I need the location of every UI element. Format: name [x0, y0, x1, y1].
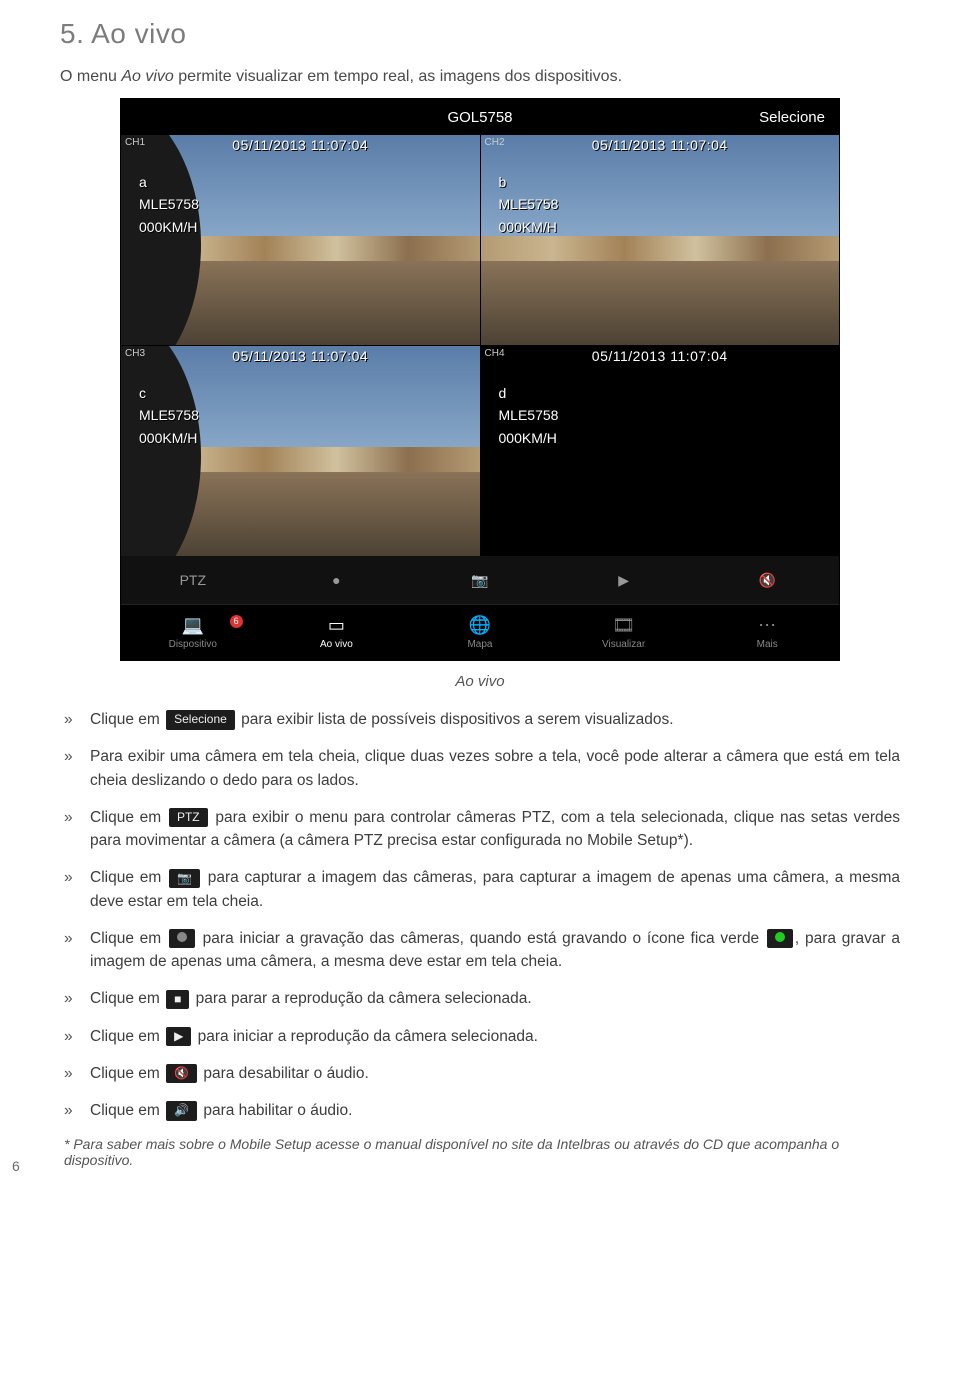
ptz-icon: PTZ — [169, 808, 208, 827]
cam-tag: c — [139, 382, 199, 404]
more-icon: ⋯ — [758, 615, 776, 636]
cam-device: MLE5758 — [499, 193, 559, 215]
cam-osd: b MLE5758 000KM/H — [499, 171, 559, 238]
toolbar-mute-button[interactable]: 🔇 — [695, 572, 839, 589]
cam-speed: 000KM/H — [499, 427, 559, 449]
intro-after: permite visualizar em tempo real, as ima… — [174, 68, 622, 85]
play-icon: ▶ — [166, 1027, 191, 1046]
cam-tag: d — [499, 382, 559, 404]
topbar-title: GOL5758 — [447, 109, 512, 126]
list-item: Clique em 🔇 para desabilitar o áudio. — [90, 1062, 900, 1085]
note-text: Clique em — [90, 990, 164, 1007]
cam-timestamp: 05/11/2013 11:07:04 — [121, 348, 480, 364]
tab-label: Mais — [757, 639, 778, 650]
toolbar-ptz-button[interactable]: PTZ — [121, 572, 265, 588]
tab-label: Visualizar — [602, 639, 645, 650]
list-item: Clique em 🔊 para habilitar o áudio. — [90, 1099, 900, 1122]
device-badge: 6 — [230, 615, 243, 628]
tab-label: Dispositivo — [169, 639, 217, 650]
sound-icon: 🔊 — [166, 1101, 197, 1120]
intro-text: O menu Ao vivo permite visualizar em tem… — [60, 68, 900, 86]
cam-device: MLE5758 — [139, 193, 199, 215]
app-topbar: GOL5758 Selecione — [121, 99, 839, 135]
section-title: 5. Ao vivo — [60, 18, 900, 50]
note-text: Clique em — [90, 869, 167, 886]
camera-cell[interactable]: CH1 05/11/2013 11:07:04 a MLE5758 000KM/… — [121, 135, 480, 345]
intro-before: O menu — [60, 68, 121, 85]
footnote: * Para saber mais sobre o Mobile Setup a… — [60, 1136, 900, 1168]
page-number: 6 — [12, 1158, 20, 1174]
tab-mapa[interactable]: 🌐 Mapa — [408, 615, 552, 650]
app-tabbar: 6 💻 Dispositivo ▭ Ao vivo 🌐 Mapa 🎞 Visua… — [121, 604, 839, 660]
camera-cell[interactable]: CH3 05/11/2013 11:07:04 c MLE5758 000KM/… — [121, 346, 480, 556]
camera-grid: CH1 05/11/2013 11:07:04 a MLE5758 000KM/… — [121, 135, 839, 556]
cam-osd: a MLE5758 000KM/H — [139, 171, 199, 238]
playback-icon: 🎞 — [612, 615, 635, 636]
intro-em: Ao vivo — [121, 68, 173, 85]
device-icon: 💻 — [182, 615, 204, 636]
note-text: Clique em — [90, 711, 164, 728]
screenshot-caption: Ao vivo — [60, 673, 900, 690]
note-text: Clique em — [90, 1102, 164, 1119]
cam-speed: 000KM/H — [139, 216, 199, 238]
camera-cell[interactable]: CH4 05/11/2013 11:07:04 d MLE5758 000KM/… — [481, 346, 840, 556]
note-text: para parar a reprodução da câmera seleci… — [191, 990, 531, 1007]
cam-timestamp: 05/11/2013 11:07:04 — [121, 137, 480, 153]
list-item: Clique em 📷 para capturar a imagem das c… — [90, 866, 900, 913]
stop-icon: ■ — [166, 990, 189, 1009]
record-active-icon — [767, 929, 793, 948]
tab-mais[interactable]: ⋯ Mais — [695, 615, 839, 650]
selecione-icon: Selecione — [166, 710, 235, 729]
cam-tag: b — [499, 171, 559, 193]
camera-icon: 📷 — [169, 869, 200, 888]
instruction-list: Clique em Selecione para exibir lista de… — [60, 708, 900, 1122]
cam-device: MLE5758 — [499, 404, 559, 426]
cam-device: MLE5758 — [139, 404, 199, 426]
tab-visualizar[interactable]: 🎞 Visualizar — [552, 615, 696, 650]
camera-toolbar: PTZ ● 📷 ▶ 🔇 — [121, 556, 839, 604]
note-text: para desabilitar o áudio. — [199, 1065, 369, 1082]
tab-label: Mapa — [467, 639, 492, 650]
list-item: Clique em ■ para parar a reprodução da c… — [90, 987, 900, 1010]
globe-icon: 🌐 — [469, 615, 491, 636]
record-icon — [169, 929, 195, 948]
cam-timestamp: 05/11/2013 11:07:04 — [481, 137, 840, 153]
list-item: Para exibir uma câmera em tela cheia, cl… — [90, 745, 900, 792]
note-text: para habilitar o áudio. — [199, 1102, 352, 1119]
note-text: Clique em — [90, 930, 167, 947]
list-item: Clique em ▶ para iniciar a reprodução da… — [90, 1025, 900, 1048]
topbar-selecione[interactable]: Selecione — [745, 109, 825, 126]
toolbar-play-button[interactable]: ▶ — [552, 572, 696, 589]
list-item: Clique em para iniciar a gravação das câ… — [90, 927, 900, 974]
monitor-icon: ▭ — [328, 615, 345, 636]
cam-osd: d MLE5758 000KM/H — [499, 382, 559, 449]
note-text: para capturar a imagem das câmeras, para… — [90, 869, 900, 909]
note-text: para exibir lista de possíveis dispositi… — [237, 711, 674, 728]
toolbar-record-button[interactable]: ● — [265, 572, 409, 588]
note-text: para iniciar a reprodução da câmera sele… — [193, 1028, 538, 1045]
note-text: Clique em — [90, 1028, 164, 1045]
note-text: Clique em — [90, 1065, 164, 1082]
note-text: para iniciar a gravação das câmeras, qua… — [197, 930, 765, 947]
cam-speed: 000KM/H — [139, 427, 199, 449]
camera-cell[interactable]: CH2 05/11/2013 11:07:04 b MLE5758 000KM/… — [481, 135, 840, 345]
cam-osd: c MLE5758 000KM/H — [139, 382, 199, 449]
toolbar-snapshot-button[interactable]: 📷 — [408, 572, 552, 589]
cam-speed: 000KM/H — [499, 216, 559, 238]
tab-ao-vivo[interactable]: ▭ Ao vivo — [265, 615, 409, 650]
cam-tag: a — [139, 171, 199, 193]
list-item: Clique em Selecione para exibir lista de… — [90, 708, 900, 731]
note-text: Para exibir uma câmera em tela cheia, cl… — [90, 748, 900, 788]
mute-icon: 🔇 — [166, 1064, 197, 1083]
tab-label: Ao vivo — [320, 639, 353, 650]
app-screenshot: GOL5758 Selecione CH1 05/11/2013 11:07:0… — [120, 98, 840, 661]
cam-timestamp: 05/11/2013 11:07:04 — [481, 348, 840, 364]
tab-dispositivo[interactable]: 6 💻 Dispositivo — [121, 615, 265, 650]
note-text: para exibir o menu para controlar câmera… — [90, 809, 900, 849]
note-text: Clique em — [90, 809, 167, 826]
list-item: Clique em PTZ para exibir o menu para co… — [90, 806, 900, 853]
